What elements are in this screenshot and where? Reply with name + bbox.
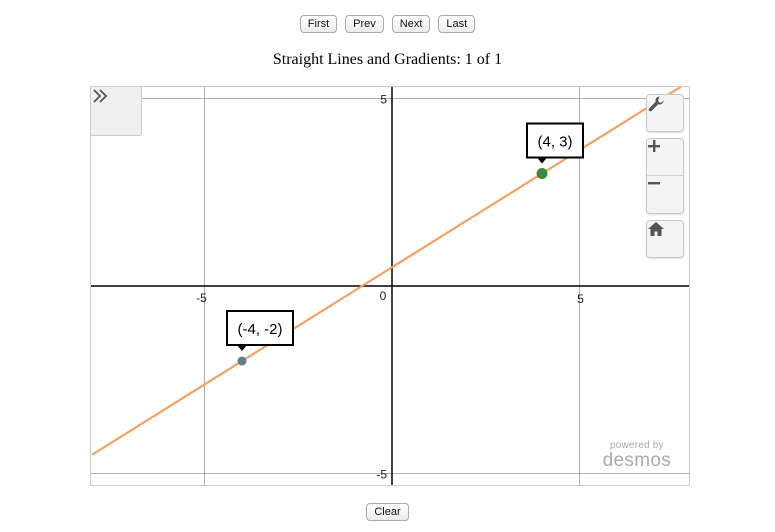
navigation-bar: First Prev Next Last bbox=[0, 15, 775, 33]
expand-panel-button[interactable] bbox=[91, 87, 142, 136]
desmos-logo-text: desmos bbox=[602, 450, 671, 471]
default-viewport-button[interactable] bbox=[646, 220, 684, 258]
page-title: Straight Lines and Gradients: 1 of 1 bbox=[272, 51, 503, 68]
axis-tick-label: 5 bbox=[380, 93, 387, 107]
double-chevron-right-icon bbox=[93, 89, 108, 103]
graph-settings-button[interactable] bbox=[646, 94, 684, 132]
home-icon bbox=[648, 222, 664, 236]
graph-canvas[interactable]: -5 0 5 5 -5 (-4, -2) (4, 3) bbox=[91, 87, 690, 486]
axis-tick-label: -5 bbox=[196, 291, 207, 305]
plus-icon bbox=[648, 140, 660, 152]
wrench-icon bbox=[648, 96, 664, 112]
minus-icon bbox=[648, 182, 660, 185]
footer-bar: Clear bbox=[0, 503, 775, 521]
clear-button[interactable]: Clear bbox=[366, 503, 409, 521]
zoom-controls bbox=[646, 138, 684, 214]
zoom-in-button[interactable] bbox=[647, 139, 683, 175]
point-label-pointer bbox=[237, 345, 247, 351]
point-label-text: (4, 3) bbox=[537, 134, 572, 151]
graph-point bbox=[536, 168, 548, 179]
last-button[interactable]: Last bbox=[438, 15, 476, 33]
axis-tick-label: -5 bbox=[376, 468, 387, 482]
graph-point bbox=[237, 356, 247, 366]
next-button[interactable]: Next bbox=[391, 15, 431, 33]
desmos-branding: powered by desmos bbox=[603, 440, 671, 471]
point-label-text: (-4, -2) bbox=[238, 321, 283, 338]
axis-tick-label: 0 bbox=[380, 289, 387, 303]
zoom-out-button[interactable] bbox=[647, 176, 683, 212]
axis-tick-label: 5 bbox=[577, 292, 584, 306]
point-label-pointer bbox=[537, 157, 547, 164]
graph-calculator[interactable]: -5 0 5 5 -5 (-4, -2) (4, 3) powered by d… bbox=[90, 86, 690, 486]
prev-button[interactable]: Prev bbox=[345, 15, 384, 33]
first-button[interactable]: First bbox=[299, 15, 338, 33]
graph-line bbox=[91, 87, 683, 456]
